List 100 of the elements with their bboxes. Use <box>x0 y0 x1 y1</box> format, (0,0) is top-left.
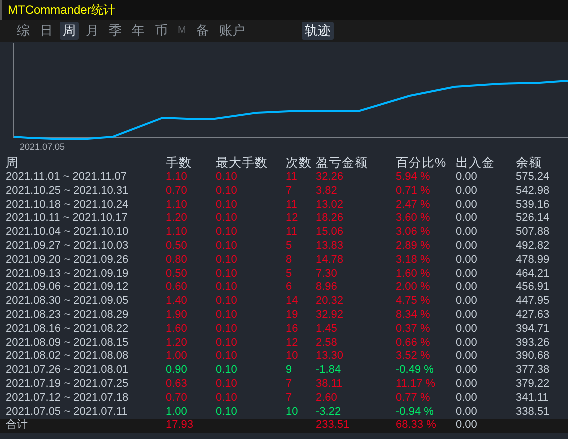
table-cell-text: 2021.09.06 ~ 2021.09.12 <box>5 281 130 296</box>
table-cell-text: 2021.10.18 ~ 2021.10.24 <box>5 198 130 212</box>
table-cell: 233.51 <box>310 419 390 434</box>
column-header: 出入金 <box>455 155 496 171</box>
table-cell-text: 1.40 <box>165 295 188 309</box>
table-cell-text: 0.00 <box>455 295 478 309</box>
table-cell-text: 0.10 <box>215 336 238 350</box>
table-cell-text: 2021.09.20 ~ 2021.09.26 <box>5 254 130 268</box>
table-cell-text: 379.22 <box>515 378 551 392</box>
table-cell-text: 478.99 <box>515 254 551 268</box>
tab[interactable]: 综 <box>14 22 33 40</box>
table-cell-text: 0.10 <box>215 281 238 296</box>
table-cell-text: 2.89 % <box>395 240 432 254</box>
table-cell-text: 0.60 <box>165 281 188 296</box>
table-cell-text: 32.92 <box>315 308 345 323</box>
table-cell-text: 1.20 <box>165 212 188 226</box>
tab[interactable]: 备 <box>193 22 212 40</box>
table-cell-text: 0.00 <box>455 171 478 185</box>
table-cell: 2021.07.05 ~ 2021.07.11 <box>0 406 160 420</box>
column-header: 最大手数 <box>215 155 269 171</box>
column-header: 盈亏金额 <box>310 155 390 171</box>
table-cell-text: 1.60 <box>165 322 188 337</box>
table-cell-text: 32.26 <box>315 171 345 185</box>
table-cell-text: 4.75 % <box>395 295 432 309</box>
table-cell-text: 0.10 <box>215 240 238 254</box>
table-cell-text: 0.00 <box>455 198 478 212</box>
tab[interactable]: 轨迹 <box>302 22 334 40</box>
table-cell-text: 0.00 <box>455 364 478 378</box>
tab[interactable]: 月 <box>83 22 102 40</box>
table-cell-text: 542.98 <box>515 184 551 199</box>
table-cell: 68.33 % <box>390 419 450 434</box>
table-cell-text: 0.10 <box>215 171 238 185</box>
table-cell-text: 0.50 <box>165 268 188 282</box>
table-cell-text: 20.32 <box>315 295 345 309</box>
table-cell-text: 2021.09.27 ~ 2021.10.03 <box>5 240 130 254</box>
table-cell-text: 2021.07.12 ~ 2021.07.18 <box>5 392 130 406</box>
table-cell-text: 492.82 <box>515 240 551 254</box>
table-cell-text: 3.82 <box>315 184 338 199</box>
table-cell-text: 2021.08.23 ~ 2021.08.29 <box>5 308 130 323</box>
table-cell-text: 1.00 <box>165 350 188 364</box>
table-cell-text: 0.00 <box>455 392 478 406</box>
table-cell-text: 1.10 <box>165 226 188 240</box>
table-cell-text: 0.10 <box>215 254 238 268</box>
table-cell-text: 0.10 <box>215 322 238 337</box>
table-cell-text: 11 <box>285 171 298 185</box>
table-cell-text: 507.88 <box>515 226 551 240</box>
table-cell-text: 8 <box>285 254 294 268</box>
table-cell-text: 1.10 <box>165 171 188 185</box>
table-cell-text: 1.45 <box>315 322 338 337</box>
table-cell-text: 0.00 <box>455 308 478 323</box>
table-cell-text: 7 <box>285 184 294 199</box>
tab[interactable]: 账户 <box>216 22 248 40</box>
table-cell-text: 1.60 % <box>395 268 432 282</box>
table-cell-text: 19 <box>285 308 300 323</box>
table-cell-text: 7 <box>285 392 294 406</box>
table-cell-text: 377.38 <box>515 364 551 378</box>
table-cell-text: 0.66 % <box>395 336 432 350</box>
table-cell-text: 0.10 <box>215 378 238 392</box>
table-cell-text: 11 <box>285 198 298 212</box>
table-cell-text: 0.77 % <box>395 392 432 406</box>
table-cell-text: 2021.07.26 ~ 2021.08.01 <box>5 364 130 378</box>
table-cell-text: 0.71 % <box>395 184 432 199</box>
table-cell: 0.10 <box>210 406 280 420</box>
table-cell: 0.00 <box>450 406 510 420</box>
table-cell-text: 1.90 <box>165 308 188 323</box>
table-cell-text: 9 <box>285 364 294 378</box>
tab[interactable]: 日 <box>37 22 56 40</box>
column-header: 百分比% <box>395 155 448 171</box>
table-cell-text: 0.10 <box>215 198 238 212</box>
table-cell: 合计 <box>0 419 160 434</box>
table-cell-text: 2.60 <box>315 392 338 406</box>
table-cell-text: 5.94 % <box>395 171 432 185</box>
table-cell-text: 394.71 <box>515 322 551 337</box>
tab[interactable]: 年 <box>129 22 148 40</box>
table-cell-text: 8.96 <box>315 281 338 296</box>
table-cell-text: 6 <box>285 281 294 296</box>
table-cell-text: 2021.08.09 ~ 2021.08.15 <box>5 336 130 350</box>
tab[interactable]: 周 <box>60 22 79 40</box>
table-cell-text: 2021.08.30 ~ 2021.09.05 <box>5 295 130 309</box>
table-cell-text: 456.91 <box>515 281 551 296</box>
table-cell-text: 8.34 % <box>395 308 432 323</box>
table-cell-text: 1.20 <box>165 336 188 350</box>
table-cell-text: 13.30 <box>315 350 345 364</box>
table-cell-text: 15.06 <box>315 226 345 240</box>
table-cell-text: 0.80 <box>165 254 188 268</box>
table-cell-text: 11.17 % <box>395 378 437 392</box>
table-cell-text: 464.21 <box>515 268 551 282</box>
table-cell-text: 2.00 % <box>395 281 432 296</box>
table-cell-text: 0.10 <box>215 212 238 226</box>
tab[interactable]: 季 <box>106 22 125 40</box>
table-cell-text: 2021.11.01 ~ 2021.11.07 <box>5 171 128 185</box>
column-header: 周 <box>5 155 20 171</box>
table-cell-text: 526.14 <box>515 212 551 226</box>
table-cell-text: 0.50 <box>165 240 188 254</box>
table-cell-text: 0.00 <box>455 254 478 268</box>
tab[interactable]: 币 <box>152 22 171 40</box>
table-cell-text: 16 <box>285 322 300 337</box>
table-cell-text: 0.10 <box>215 350 238 364</box>
table-cell-text: 0.00 <box>455 378 478 392</box>
table-cell: 10 <box>280 406 310 420</box>
